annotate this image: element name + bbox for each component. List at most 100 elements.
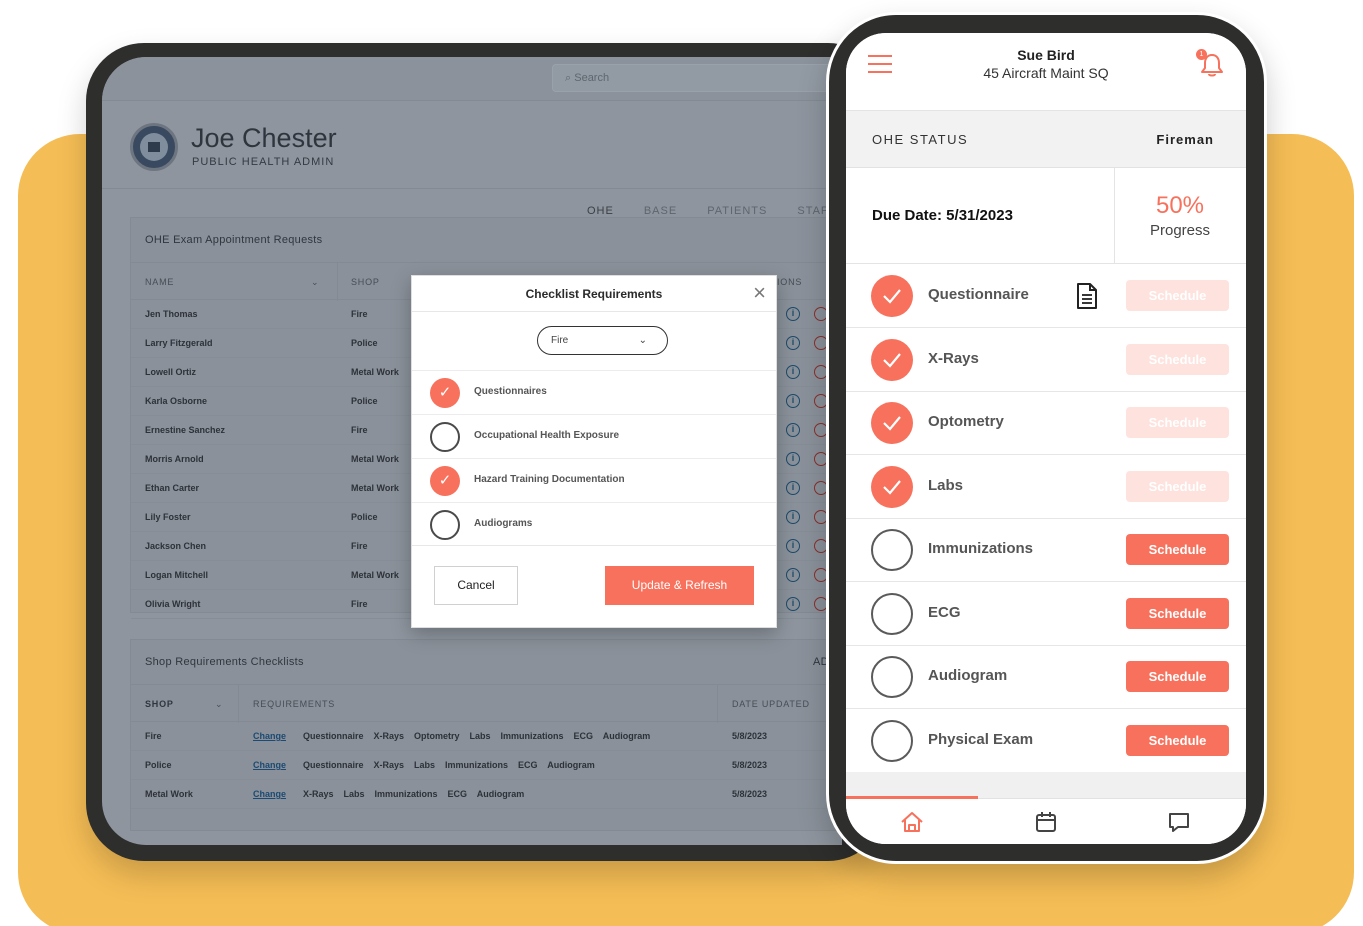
requirement-label: Labs xyxy=(928,476,964,494)
schedule-button[interactable]: Schedule xyxy=(1126,661,1229,692)
change-link[interactable]: Change xyxy=(253,789,286,799)
calendar-icon[interactable] xyxy=(1033,809,1059,835)
requirement-label: Audiogram xyxy=(928,667,1008,684)
change-link[interactable]: Change xyxy=(253,760,286,770)
checkmark-icon xyxy=(871,338,913,381)
table-row: Fire Change Questionnaire X-Rays Optometry… xyxy=(131,722,842,751)
checkmark-icon[interactable]: ✓ xyxy=(430,466,460,496)
chevron-down-icon[interactable]: ⌄ xyxy=(311,277,319,288)
due-date: Due Date: 5/31/2023 xyxy=(872,207,1013,224)
info-icon[interactable]: i xyxy=(786,481,800,495)
shop-requirements-card: Shop Requirements Checklists AD SHOP ⌄ R… xyxy=(130,639,842,831)
row-name: Olivia Wright xyxy=(145,599,201,609)
chat-icon[interactable] xyxy=(1166,809,1192,835)
change-link[interactable]: Change xyxy=(253,731,286,741)
row-date: 5/8/2023 xyxy=(732,760,768,770)
requirement-item: Labs Schedule xyxy=(846,455,1246,519)
row-name: Lowell Ortiz xyxy=(145,367,197,377)
status-value: Fireman xyxy=(1156,132,1214,147)
home-icon[interactable] xyxy=(899,809,925,835)
row-shop: Fire xyxy=(351,599,368,609)
shop-select[interactable]: Fire ⌄ xyxy=(537,326,668,355)
empty-circle-icon[interactable] xyxy=(430,510,460,540)
info-icon[interactable]: i xyxy=(786,452,800,466)
row-shop: Fire xyxy=(145,731,162,741)
schedule-button[interactable]: Schedule xyxy=(1126,407,1229,438)
checklist-item[interactable]: ✓ Questionnaires xyxy=(412,370,776,414)
info-icon[interactable]: i xyxy=(786,336,800,350)
column-shop[interactable]: SHOP xyxy=(351,277,380,287)
info-icon[interactable]: i xyxy=(786,568,800,582)
shop-title: Shop Requirements Checklists xyxy=(145,656,304,668)
requirement-label: X-Rays xyxy=(928,349,979,367)
phone-header: Sue Bird 45 Aircraft Maint SQ 1 xyxy=(846,33,1246,111)
schedule-button[interactable]: Schedule xyxy=(1126,724,1229,756)
bell-icon[interactable]: 1 xyxy=(1196,49,1226,79)
row-shop: Police xyxy=(351,338,378,348)
checkmark-icon xyxy=(871,275,913,317)
empty-circle-icon xyxy=(871,529,913,571)
tablet-topbar: ⌕ Search xyxy=(102,57,842,101)
progress-percent: 50% xyxy=(1155,192,1205,219)
chevron-down-icon[interactable]: ⌄ xyxy=(215,699,223,710)
info-icon[interactable]: i xyxy=(786,510,800,524)
schedule-button[interactable]: Schedule xyxy=(1126,597,1229,629)
phone-screen: Sue Bird 45 Aircraft Maint SQ 1 OHE STAT… xyxy=(846,33,1246,844)
info-icon[interactable]: i xyxy=(786,539,800,553)
list-footer xyxy=(846,772,1246,798)
requirement-label: Questionnaire xyxy=(928,286,1029,303)
search-input[interactable]: ⌕ Search xyxy=(552,64,842,92)
row-name: Ethan Carter xyxy=(145,483,200,493)
schedule-button[interactable]: Schedule xyxy=(1126,343,1229,375)
bottom-nav xyxy=(846,796,1246,844)
close-icon[interactable]: × xyxy=(753,282,766,304)
row-shop: Police xyxy=(145,760,172,770)
row-shop: Metal Work xyxy=(351,367,399,377)
divider xyxy=(412,311,776,312)
checklist-item-label: Audiograms xyxy=(474,518,533,529)
due-date-panel: Due Date: 5/31/2023 50% Progress xyxy=(846,168,1246,264)
empty-circle-icon xyxy=(871,592,913,635)
empty-circle-icon xyxy=(871,656,913,698)
patient-unit: 45 Aircraft Maint SQ xyxy=(983,65,1109,81)
requests-title: OHE Exam Appointment Requests xyxy=(145,234,323,246)
checklist-item[interactable]: Occupational Health Exposure xyxy=(412,414,776,458)
column-name[interactable]: NAME xyxy=(145,277,174,287)
row-name: Lily Foster xyxy=(145,512,191,522)
column-actions: IONS xyxy=(777,277,803,287)
checklist-item-label: Occupational Health Exposure xyxy=(474,430,620,441)
cancel-button[interactable]: Cancel xyxy=(434,566,518,605)
update-refresh-button[interactable]: Update & Refresh xyxy=(605,566,754,605)
requirement-label: Immunizations xyxy=(928,540,1034,557)
schedule-button[interactable]: Schedule xyxy=(1126,280,1229,311)
checkmark-icon xyxy=(871,402,913,444)
info-icon[interactable]: i xyxy=(786,307,800,321)
stage: ⌕ Search Joe Chester PUBLIC HEALTH ADMIN… xyxy=(0,0,1363,926)
info-icon[interactable]: i xyxy=(786,597,800,611)
row-name: Logan Mitchell xyxy=(145,570,208,580)
patient-name: Sue Bird xyxy=(1017,47,1075,63)
row-requirements: Questionnaire X-Rays Labs Immunizations … xyxy=(303,760,595,770)
empty-circle-icon[interactable] xyxy=(430,422,460,452)
requirement-item: X-Rays Schedule xyxy=(846,328,1246,392)
info-icon[interactable]: i xyxy=(786,394,800,408)
requirement-item: Audiogram Schedule xyxy=(846,645,1246,709)
row-name: Jen Thomas xyxy=(145,309,198,319)
schedule-button[interactable]: Schedule xyxy=(1126,534,1229,565)
status-bar: OHE STATUS Fireman xyxy=(846,111,1246,168)
document-icon[interactable] xyxy=(1076,282,1098,310)
column-shop[interactable]: SHOP xyxy=(145,699,174,709)
checkmark-icon[interactable]: ✓ xyxy=(430,378,460,408)
requirement-label: ECG xyxy=(928,603,961,621)
empty-circle-icon xyxy=(871,719,913,762)
schedule-button[interactable]: Schedule xyxy=(1126,470,1229,502)
info-icon[interactable]: i xyxy=(786,365,800,379)
avatar xyxy=(130,123,178,171)
row-shop: Metal Work xyxy=(351,570,399,580)
modal-title: Checklist Requirements xyxy=(525,287,663,301)
info-icon[interactable]: i xyxy=(786,423,800,437)
checklist-item[interactable]: Audiograms xyxy=(412,502,776,546)
checklist-item[interactable]: ✓ Hazard Training Documentation xyxy=(412,458,776,502)
row-date: 5/8/2023 xyxy=(732,789,768,799)
profile-header: Joe Chester PUBLIC HEALTH ADMIN OHE BASE… xyxy=(102,101,842,233)
